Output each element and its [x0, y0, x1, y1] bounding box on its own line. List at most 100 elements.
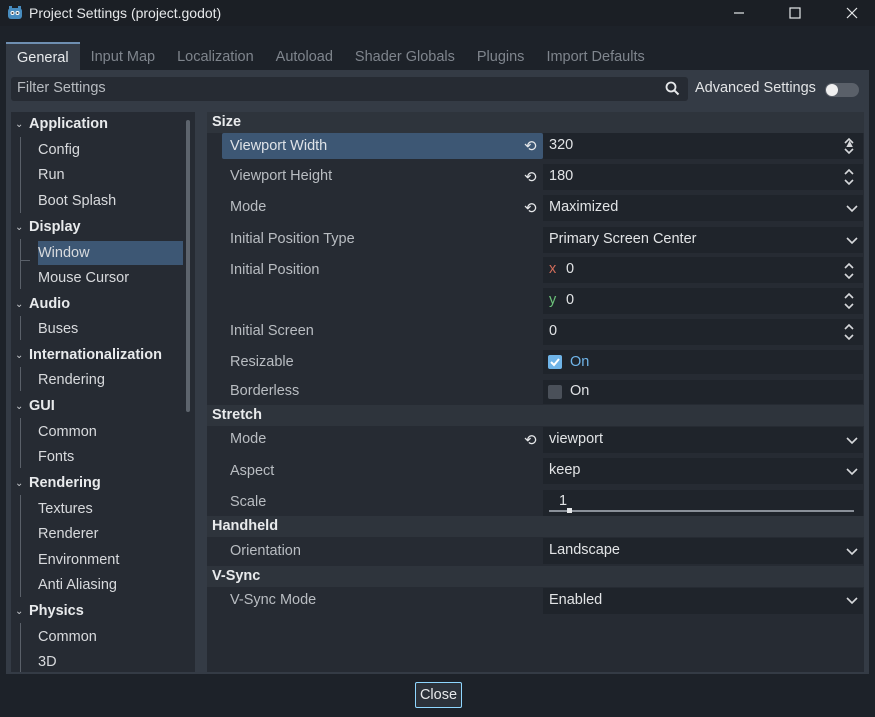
- scale-slider-handle[interactable]: [567, 508, 572, 513]
- tree-item-window[interactable]: Window: [38, 241, 183, 265]
- maximize-icon[interactable]: [770, 0, 820, 26]
- scale-value: 1: [559, 493, 568, 509]
- tree-item-3d[interactable]: 3D: [11, 650, 183, 672]
- tree-item-mouse-cursor[interactable]: Mouse Cursor: [11, 266, 183, 290]
- filter-settings-input[interactable]: Filter Settings: [11, 77, 688, 101]
- stretch-mode-dropdown[interactable]: viewport: [543, 427, 863, 453]
- advanced-settings-toggle[interactable]: [825, 83, 859, 97]
- tree-item-common-physics[interactable]: Common: [11, 625, 183, 649]
- orientation-label: Orientation: [230, 543, 301, 559]
- tab-autoload[interactable]: Autoload: [265, 42, 344, 71]
- tab-general[interactable]: General: [6, 42, 80, 71]
- tree-item-fonts[interactable]: Fonts: [11, 445, 183, 469]
- resizable-value: On: [570, 354, 590, 370]
- initial-screen-spinbox[interactable]: 0: [543, 319, 863, 345]
- filter-placeholder: Filter Settings: [17, 80, 106, 96]
- scale-label: Scale: [230, 494, 267, 510]
- tab-shader-globals[interactable]: Shader Globals: [344, 42, 466, 71]
- tree-item-common-gui[interactable]: Common: [11, 420, 183, 444]
- tree-item-rendering-i18n[interactable]: Rendering: [11, 368, 183, 392]
- tree-item-renderer[interactable]: Renderer: [11, 522, 183, 546]
- tree-guide-tick: [20, 260, 30, 261]
- tree-item-label: Environment: [38, 552, 120, 568]
- section-title: V-Sync: [212, 568, 261, 584]
- tree-item-label: Run: [38, 167, 65, 183]
- tree-item-label: Buses: [38, 321, 79, 337]
- tree-section-audio[interactable]: ⌄ Audio: [11, 292, 183, 316]
- viewport-width-label: Viewport Width: [222, 133, 543, 159]
- tree-section-rendering[interactable]: ⌄ Rendering: [11, 471, 183, 495]
- stretch-mode-label: Mode: [230, 431, 267, 447]
- tree-section-application[interactable]: ⌄ Application: [11, 112, 183, 136]
- tree-item-label: Common: [38, 424, 97, 440]
- tree-section-label: Physics: [29, 603, 84, 619]
- orientation-dropdown[interactable]: Landscape: [543, 538, 863, 564]
- chevron-down-icon: ⌄: [15, 221, 24, 233]
- initial-screen-value: 0: [549, 323, 558, 339]
- initial-position-y-spinbox[interactable]: y0: [543, 288, 863, 314]
- window-mode-dropdown[interactable]: Maximized: [543, 195, 863, 221]
- revert-icon[interactable]: ⟲: [524, 199, 537, 217]
- chevron-down-icon: ⌄: [15, 477, 24, 489]
- borderless-value: On: [570, 383, 590, 399]
- mode-label: Mode: [230, 199, 267, 215]
- tree-item-label: Common: [38, 629, 97, 645]
- chevron-down-icon: ⌄: [15, 118, 24, 130]
- tree-section-internationalization[interactable]: ⌄ Internationalization: [11, 343, 183, 367]
- tree-item-config[interactable]: Config: [11, 138, 183, 162]
- tab-input-map[interactable]: Input Map: [80, 42, 167, 71]
- initial-position-type-dropdown[interactable]: Primary Screen Center: [543, 227, 863, 253]
- tree-item-label: Window: [38, 245, 90, 261]
- tab-import-defaults[interactable]: Import Defaults: [535, 42, 655, 71]
- revert-icon[interactable]: ⟲: [524, 137, 537, 155]
- tab-plugins[interactable]: Plugins: [466, 42, 536, 71]
- tree-section-display[interactable]: ⌄ Display: [11, 215, 183, 239]
- section-title: Handheld: [212, 518, 279, 534]
- tab-localization[interactable]: Localization: [166, 42, 265, 71]
- tree-item-run[interactable]: Run: [11, 163, 183, 187]
- section-stretch: Stretch: [207, 405, 864, 426]
- viewport-width-spinbox[interactable]: 320 ▲: [543, 133, 863, 159]
- tree-section-physics[interactable]: ⌄ Physics: [11, 599, 183, 623]
- tree-item-environment[interactable]: Environment: [11, 548, 183, 572]
- tree-item-textures[interactable]: Textures: [11, 497, 183, 521]
- sidebar-scrollbar[interactable]: [186, 120, 190, 412]
- scale-slider-track[interactable]: [549, 510, 854, 512]
- initial-position-y-value: 0: [566, 292, 575, 308]
- minimize-icon[interactable]: [714, 0, 764, 26]
- close-icon[interactable]: [827, 0, 875, 26]
- borderless-checkbox[interactable]: [548, 385, 562, 399]
- tree-item-label: 3D: [38, 654, 57, 670]
- revert-icon[interactable]: ⟲: [524, 168, 537, 186]
- revert-icon[interactable]: ⟲: [524, 431, 537, 449]
- tree-item-label: Renderer: [38, 526, 99, 542]
- viewport-height-spinbox[interactable]: 180: [543, 164, 863, 190]
- y-axis-label: y: [549, 292, 557, 308]
- section-size: Size: [207, 112, 864, 133]
- initial-position-x-value: 0: [566, 261, 575, 277]
- tree-item-buses[interactable]: Buses: [11, 317, 183, 341]
- x-axis-label: x: [549, 261, 557, 277]
- spin-arrows-icon[interactable]: ▲: [844, 138, 855, 150]
- tree-section-label: Application: [29, 116, 108, 132]
- initial-screen-label: Initial Screen: [230, 323, 314, 339]
- initial-position-x-spinbox[interactable]: x0: [543, 257, 863, 283]
- aspect-dropdown[interactable]: keep: [543, 458, 863, 484]
- resizable-label: Resizable: [230, 354, 294, 370]
- window-title: Project Settings (project.godot): [29, 5, 222, 21]
- vsync-mode-label: V-Sync Mode: [230, 592, 317, 608]
- tree-section-label: Internationalization: [29, 347, 162, 363]
- tree-section-gui[interactable]: ⌄ GUI: [11, 394, 183, 418]
- tree-section-label: Rendering: [29, 475, 101, 491]
- tree-item-anti-aliasing[interactable]: Anti Aliasing: [11, 573, 183, 597]
- chevron-down-icon: ⌄: [15, 298, 24, 310]
- close-button[interactable]: Close: [415, 682, 462, 708]
- viewport-height-label: Viewport Height: [230, 168, 333, 184]
- tree-item-label: Rendering: [38, 372, 105, 388]
- tree-item-boot-splash[interactable]: Boot Splash: [11, 189, 183, 213]
- tree-item-label: Fonts: [38, 449, 75, 465]
- resizable-checkbox[interactable]: [548, 355, 562, 369]
- vsync-mode-dropdown[interactable]: Enabled: [543, 588, 863, 614]
- section-handheld: Handheld: [207, 516, 864, 537]
- viewport-height-value: 180: [549, 168, 574, 184]
